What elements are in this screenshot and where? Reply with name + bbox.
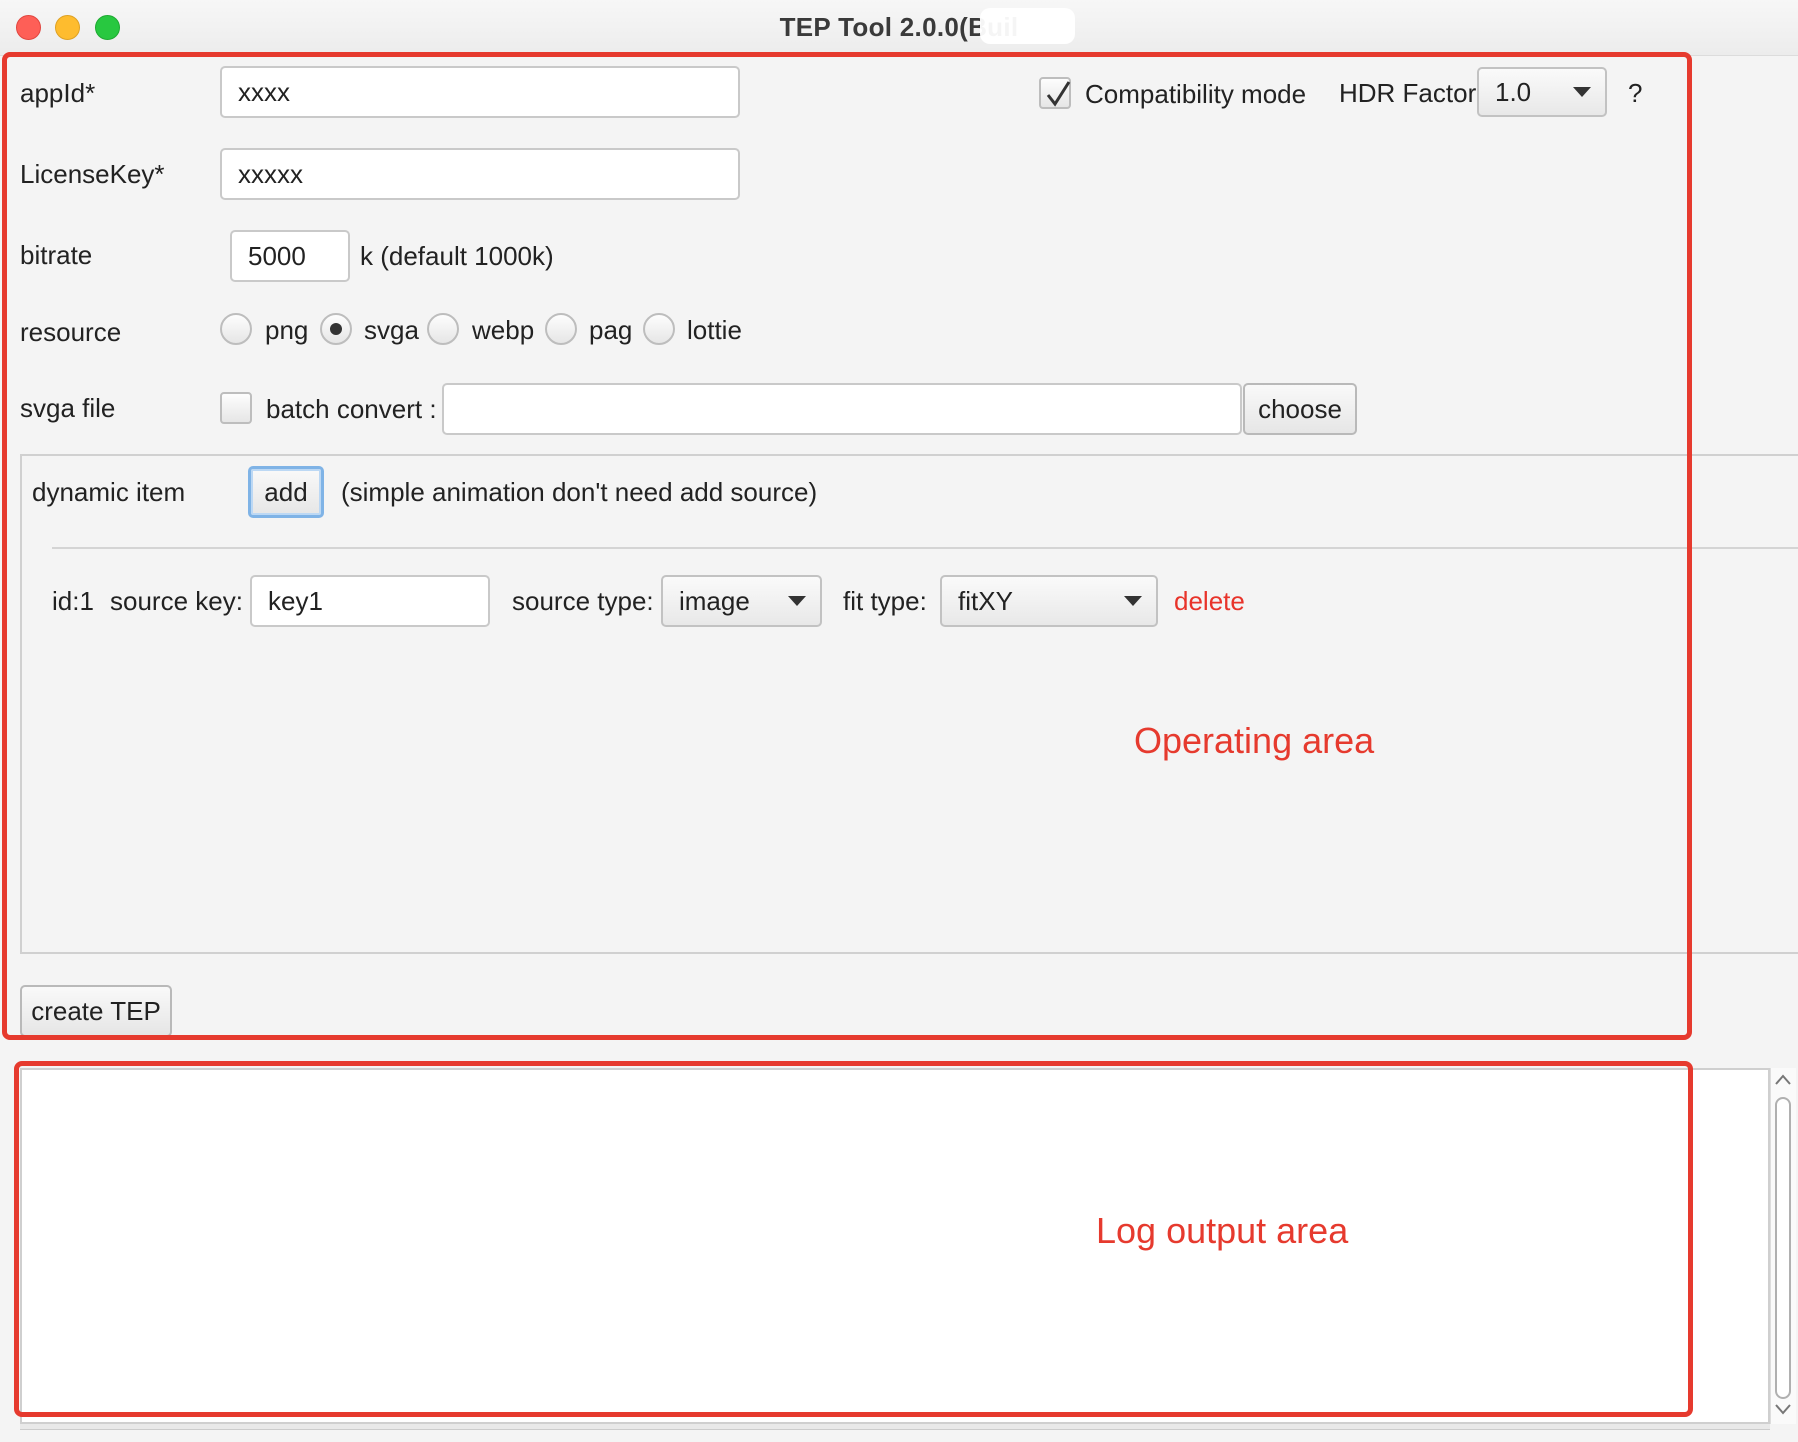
title-redaction [980,8,1075,44]
operating-area-highlight [2,52,1692,1040]
log-area-highlight [14,1061,1693,1417]
window-title: TEP Tool 2.0.0(Buil [779,12,1019,42]
scroll-up-icon[interactable] [1773,1073,1793,1087]
log-scroll-thumb[interactable] [1775,1097,1791,1399]
log-area-annotation: Log output area [1096,1210,1349,1251]
window-bottom-edge [20,1424,1770,1430]
operating-area-annotation: Operating area [1134,720,1375,761]
scroll-down-icon[interactable] [1773,1402,1793,1416]
